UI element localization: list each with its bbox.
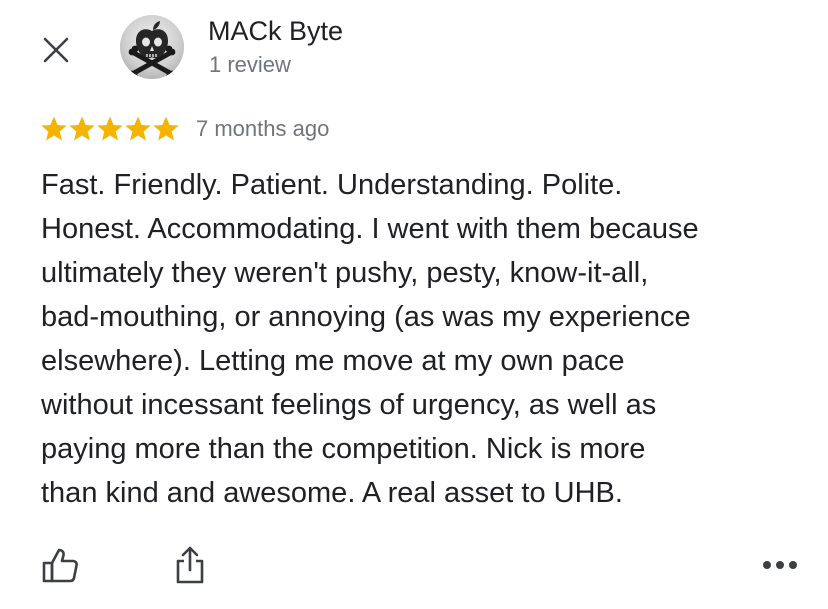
review-text-line: bad-mouthing, or annoying (as was my exp… — [41, 301, 691, 333]
review-text-line: without incessant feelings of urgency, a… — [41, 389, 657, 421]
review-time: 7 months ago — [196, 116, 330, 141]
close-icon — [43, 37, 69, 63]
star-icon — [41, 116, 67, 141]
star-icon — [69, 116, 95, 141]
review-text-line: Fast. Friendly. Patient. Understanding. … — [41, 169, 623, 201]
like-button[interactable] — [40, 544, 80, 586]
rating-row: 7 months ago — [40, 113, 329, 145]
star-icon — [97, 116, 123, 141]
star-rating — [40, 115, 180, 143]
thumbs-up-icon — [42, 548, 78, 583]
review-text: Fast. Friendly. Patient. Understanding. … — [41, 163, 801, 515]
review-text-line: than kind and awesome. A real asset to U… — [41, 477, 623, 509]
author-name[interactable]: MACk Byte — [208, 14, 343, 48]
review-count: 1 review — [209, 52, 291, 77]
star-icon — [125, 116, 151, 141]
star-icon — [153, 116, 179, 141]
share-button[interactable] — [170, 543, 210, 587]
close-button[interactable] — [36, 30, 76, 70]
review-text-line: Honest. Accommodating. I went with them … — [41, 213, 699, 245]
review-text-line: paying more than the competition. Nick i… — [41, 433, 646, 465]
review-text-line: elsewhere). Letting me move at my own pa… — [41, 345, 625, 377]
share-icon — [176, 546, 204, 584]
more-horizontal-icon — [763, 561, 797, 569]
review-text-line: ultimately they weren't pushy, pesty, kn… — [41, 257, 649, 289]
avatar[interactable] — [120, 15, 184, 79]
skull-crossbones-apple-avatar-icon — [128, 21, 176, 79]
more-button[interactable] — [758, 550, 802, 580]
